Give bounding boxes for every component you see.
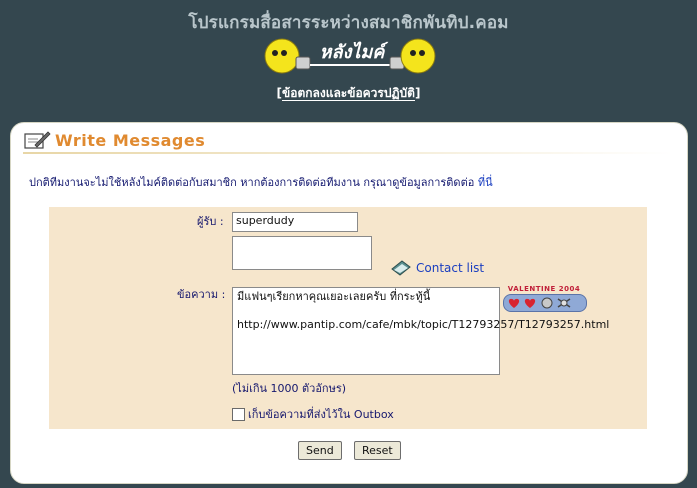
- notice-text: ปกติทีมงานจะไม่ใช้หลังไมค์ติดต่อกับสมาชิ…: [29, 176, 478, 189]
- message-label: ข้อความ :: [177, 288, 226, 301]
- title-divider: [23, 152, 673, 154]
- reset-button[interactable]: Reset: [354, 441, 401, 460]
- valentine-icons[interactable]: [503, 294, 587, 312]
- team-contact-notice: ปกติทีมงานจะไม่ใช้หลังไมค์ติดต่อกับสมาชิ…: [29, 173, 493, 191]
- write-messages-panel: Write Messages ปกติทีมงานจะไม่ใช้หลังไมค…: [10, 122, 688, 484]
- site-title: โปรแกรมสื่อสารระหว่างสมาชิกพันทิป.คอม: [188, 13, 509, 33]
- heart-icons: [508, 297, 571, 309]
- panel-title-text: Write Messages: [55, 130, 206, 150]
- logo-text: หลังไมค์: [319, 42, 385, 63]
- send-button[interactable]: Send: [298, 441, 342, 460]
- rules-link[interactable]: [ข้อตกลงและข้อควรปฏิบัติ]: [0, 84, 697, 103]
- recipient-label: ผู้รับ :: [197, 215, 224, 228]
- message-form: ผู้รับ : superdudy Contact list ข้อความ …: [49, 207, 647, 429]
- contact-book-icon: [391, 260, 411, 276]
- contact-list-link[interactable]: Contact list: [390, 259, 484, 277]
- save-outbox-checkbox[interactable]: [232, 407, 245, 421]
- langmike-logo[interactable]: หลังไมค์: [262, 35, 438, 79]
- bracket-close: ]: [414, 86, 421, 100]
- panel-title: Write Messages: [23, 129, 205, 151]
- message-textarea[interactable]: มีแฟนๆเรียกหาคุณเยอะเลยครับ ที่กระทู้นี้…: [232, 287, 609, 375]
- contact-here-link[interactable]: ที่นี่: [478, 176, 493, 189]
- header: โปรแกรมสื่อสารระหว่างสมาชิกพันทิป.คอม หล…: [0, 0, 697, 120]
- char-limit-note: (ไม่เกิน 1000 ตัวอักษร): [232, 382, 347, 395]
- contact-list-text[interactable]: Contact list: [416, 261, 484, 275]
- save-outbox-label: เก็บข้อความที่ส่งไว้ใน Outbox: [248, 408, 394, 421]
- valentine-label: VALENTINE 2004: [507, 285, 581, 293]
- write-pen-icon: [24, 131, 51, 149]
- recipient-input[interactable]: superdudy: [232, 212, 358, 232]
- recipient-list-box[interactable]: [232, 236, 372, 270]
- save-outbox-row[interactable]: เก็บข้อความที่ส่งไว้ใน Outbox: [232, 405, 394, 423]
- rules-link-text[interactable]: ข้อตกลงและข้อควรปฏิบัติ: [282, 86, 415, 101]
- valentine-emoticon-bar[interactable]: VALENTINE 2004: [503, 285, 587, 312]
